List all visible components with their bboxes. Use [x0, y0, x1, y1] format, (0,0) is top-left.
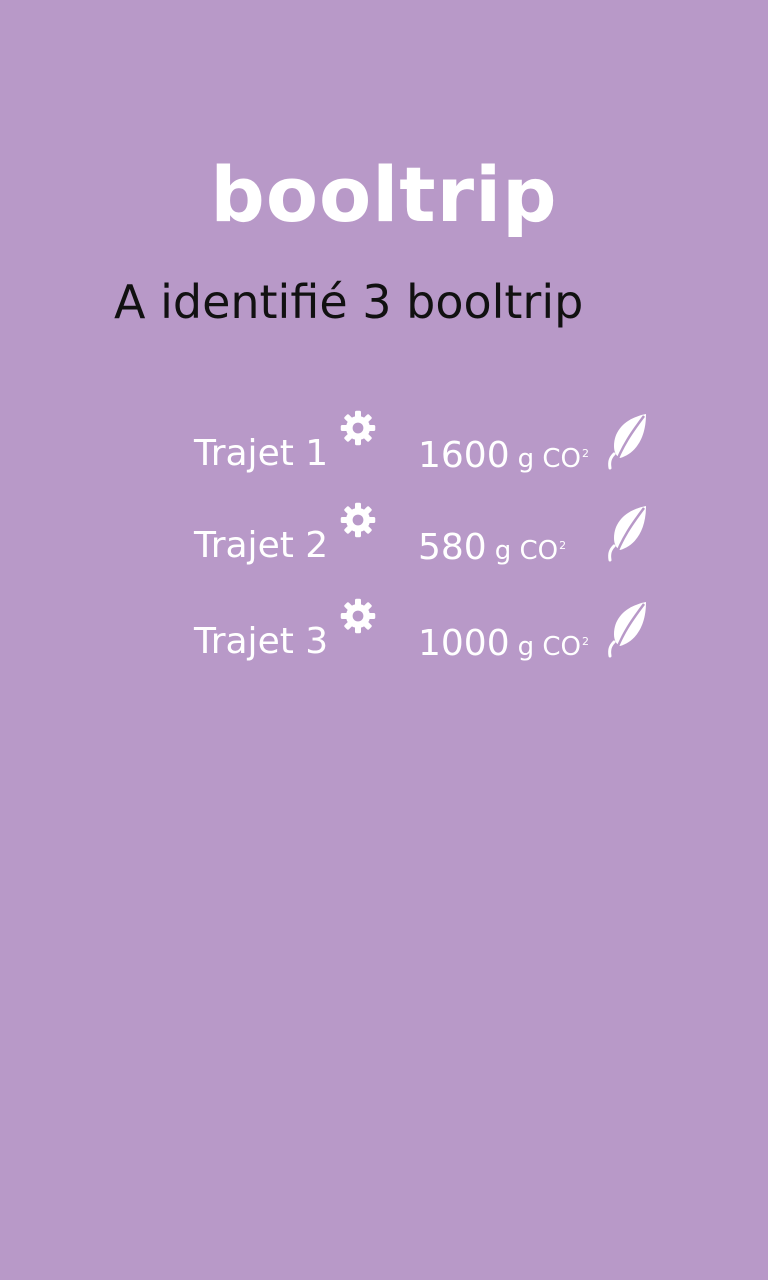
app-logo: booltrip — [210, 150, 558, 239]
co2-amount: 1000 g CO2 — [418, 620, 589, 672]
trip-label: Trajet 2 — [194, 525, 329, 566]
trip-label: Trajet 1 — [194, 433, 329, 474]
co2-unit: g CO — [494, 536, 559, 566]
gear-icon[interactable] — [340, 502, 376, 538]
trip-label: Trajet 3 — [194, 621, 329, 662]
page-headline: A identifié 3 booltrip — [114, 275, 584, 329]
gear-icon[interactable] — [340, 410, 376, 446]
co2-unit-subscript: 2 — [559, 539, 567, 552]
trip-row-3[interactable]: Trajet 3 1000 g CO2 — [0, 598, 768, 668]
gear-icon[interactable] — [340, 598, 376, 634]
co2-value: 1600 — [418, 435, 510, 476]
trip-row-1[interactable]: Trajet 1 1600 g CO2 — [0, 410, 768, 480]
co2-unit-subscript: 2 — [582, 635, 590, 648]
co2-value: 1000 — [418, 623, 510, 664]
leaf-icon — [608, 506, 646, 562]
co2-unit: g CO — [517, 444, 582, 474]
co2-amount: 1600 g CO2 — [418, 432, 589, 484]
co2-unit-subscript: 2 — [582, 447, 590, 460]
leaf-icon — [608, 414, 646, 470]
leaf-icon — [608, 602, 646, 658]
co2-unit: g CO — [517, 632, 582, 662]
co2-amount: 580 g CO2 — [418, 524, 566, 576]
co2-value: 580 — [418, 527, 487, 568]
trip-row-2[interactable]: Trajet 2 580 g CO2 — [0, 502, 768, 572]
